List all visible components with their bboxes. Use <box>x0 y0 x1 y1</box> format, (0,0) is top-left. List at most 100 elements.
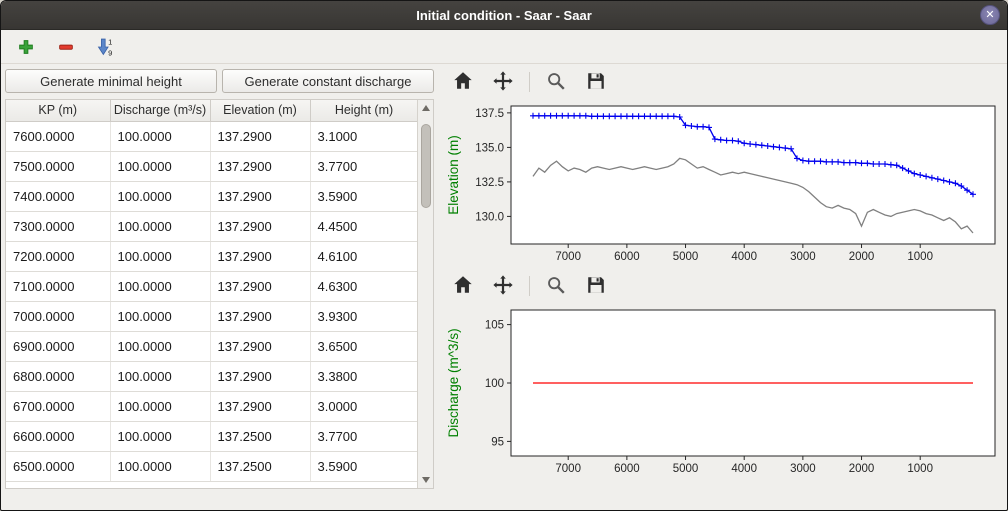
scroll-down-icon[interactable] <box>422 477 430 483</box>
table-row[interactable]: 6900.0000100.0000137.29003.6500 <box>6 331 418 361</box>
column-header[interactable]: Discharge (m³/s) <box>110 100 210 121</box>
column-header[interactable]: KP (m) <box>6 100 110 121</box>
table-cell[interactable]: 3.5900 <box>310 181 418 211</box>
table-body: 7600.0000100.0000137.29003.10007500.0000… <box>6 121 418 481</box>
table-cell[interactable]: 100.0000 <box>110 361 210 391</box>
table-cell[interactable]: 137.2900 <box>210 361 310 391</box>
table-cell[interactable]: 7300.0000 <box>6 211 110 241</box>
save-icon <box>585 70 607 95</box>
discharge-save-button[interactable] <box>582 273 610 299</box>
table-row[interactable]: 7600.0000100.0000137.29003.1000 <box>6 121 418 151</box>
table-cell[interactable]: 100.0000 <box>110 241 210 271</box>
svg-text:5000: 5000 <box>673 251 699 263</box>
table-cell[interactable]: 100.0000 <box>110 181 210 211</box>
scroll-up-icon[interactable] <box>422 105 430 111</box>
zoom-icon <box>545 70 567 95</box>
table-row[interactable]: 7100.0000100.0000137.29004.6300 <box>6 271 418 301</box>
table-cell[interactable]: 7000.0000 <box>6 301 110 331</box>
initial-condition-table: KP (m)Discharge (m³/s)Elevation (m)Heigh… <box>6 100 419 482</box>
table-cell[interactable]: 6700.0000 <box>6 391 110 421</box>
table-row[interactable]: 7000.0000100.0000137.29003.9300 <box>6 301 418 331</box>
titlebar[interactable]: Initial condition - Saar - Saar ✕ <box>1 1 1007 30</box>
scrollbar-thumb[interactable] <box>421 124 431 208</box>
table-cell[interactable]: 100.0000 <box>110 391 210 421</box>
table-cell[interactable]: 4.6100 <box>310 241 418 271</box>
table-cell[interactable]: 100.0000 <box>110 451 210 481</box>
table-cell[interactable]: 3.0000 <box>310 391 418 421</box>
discharge-pan-button[interactable] <box>489 273 517 299</box>
discharge-home-button[interactable] <box>449 273 477 299</box>
discharge-zoom-button[interactable] <box>542 273 570 299</box>
table-cell[interactable]: 137.2900 <box>210 391 310 421</box>
add-row-button[interactable] <box>13 34 39 60</box>
table-cell[interactable]: 137.2900 <box>210 271 310 301</box>
table-cell[interactable]: 137.2900 <box>210 211 310 241</box>
minus-icon <box>57 38 75 56</box>
discharge-plot-toolbar <box>443 270 1007 302</box>
table-cell[interactable]: 3.5900 <box>310 451 418 481</box>
table-cell[interactable]: 7500.0000 <box>6 151 110 181</box>
generate-minimal-height-button[interactable]: Generate minimal height <box>5 69 217 93</box>
table-cell[interactable]: 100.0000 <box>110 271 210 301</box>
table-cell[interactable]: 137.2900 <box>210 331 310 361</box>
table-cell[interactable]: 3.7700 <box>310 151 418 181</box>
table-row[interactable]: 7500.0000100.0000137.29003.7700 <box>6 151 418 181</box>
table-cell[interactable]: 7100.0000 <box>6 271 110 301</box>
column-header[interactable]: Elevation (m) <box>210 100 310 121</box>
table-cell[interactable]: 4.4500 <box>310 211 418 241</box>
content-area: Generate minimal height Generate constan… <box>1 64 1007 510</box>
close-button[interactable]: ✕ <box>980 5 1000 25</box>
table-cell[interactable]: 3.9300 <box>310 301 418 331</box>
table-cell[interactable]: 4.6300 <box>310 271 418 301</box>
svg-text:1000: 1000 <box>907 463 933 475</box>
table-row[interactable]: 6600.0000100.0000137.25003.7700 <box>6 421 418 451</box>
elevation-plot-toolbar <box>443 66 1007 98</box>
table-cell[interactable]: 100.0000 <box>110 421 210 451</box>
table-cell[interactable]: 3.6500 <box>310 331 418 361</box>
plus-icon <box>17 38 35 56</box>
sort-rows-button[interactable]: 1 9 <box>93 34 119 60</box>
table-cell[interactable]: 100.0000 <box>110 301 210 331</box>
table-cell[interactable]: 100.0000 <box>110 331 210 361</box>
table-row[interactable]: 7300.0000100.0000137.29004.4500 <box>6 211 418 241</box>
elevation-zoom-button[interactable] <box>542 69 570 95</box>
table-cell[interactable]: 6900.0000 <box>6 331 110 361</box>
table-cell[interactable]: 6600.0000 <box>6 421 110 451</box>
vertical-scrollbar[interactable] <box>417 100 433 488</box>
table-row[interactable]: 7400.0000100.0000137.29003.5900 <box>6 181 418 211</box>
table-cell[interactable]: 137.2900 <box>210 301 310 331</box>
main-toolbar: 1 9 <box>1 30 1007 64</box>
generate-constant-discharge-button[interactable]: Generate constant discharge <box>222 69 434 93</box>
table-cell[interactable]: 6500.0000 <box>6 451 110 481</box>
table-cell[interactable]: 100.0000 <box>110 121 210 151</box>
table-row[interactable]: 7200.0000100.0000137.29004.6100 <box>6 241 418 271</box>
table-cell[interactable]: 137.2500 <box>210 451 310 481</box>
table-cell[interactable]: 7600.0000 <box>6 121 110 151</box>
table-cell[interactable]: 6800.0000 <box>6 361 110 391</box>
elevation-pan-button[interactable] <box>489 69 517 95</box>
table-row[interactable]: 6500.0000100.0000137.25003.5900 <box>6 451 418 481</box>
table-cell[interactable]: 3.7700 <box>310 421 418 451</box>
elevation-home-button[interactable] <box>449 69 477 95</box>
table-cell[interactable]: 100.0000 <box>110 151 210 181</box>
table-cell[interactable]: 137.2900 <box>210 151 310 181</box>
svg-text:132.5: 132.5 <box>475 177 504 189</box>
table-row[interactable]: 6700.0000100.0000137.29003.0000 <box>6 391 418 421</box>
table-cell[interactable]: 7200.0000 <box>6 241 110 271</box>
discharge-chart[interactable]: 700060005000400030002000100095100105Disc… <box>443 302 1007 482</box>
svg-text:9: 9 <box>108 48 112 57</box>
table-cell[interactable]: 3.1000 <box>310 121 418 151</box>
table-cell[interactable]: 137.2900 <box>210 121 310 151</box>
column-header[interactable]: Height (m) <box>310 100 418 121</box>
table-cell[interactable]: 137.2900 <box>210 181 310 211</box>
table-cell[interactable]: 3.3800 <box>310 361 418 391</box>
remove-row-button[interactable] <box>53 34 79 60</box>
table-cell[interactable]: 137.2500 <box>210 421 310 451</box>
elevation-save-button[interactable] <box>582 69 610 95</box>
svg-text:95: 95 <box>491 436 504 448</box>
elevation-chart[interactable]: 7000600050004000300020001000130.0132.513… <box>443 98 1007 270</box>
table-cell[interactable]: 100.0000 <box>110 211 210 241</box>
table-row[interactable]: 6800.0000100.0000137.29003.3800 <box>6 361 418 391</box>
table-cell[interactable]: 7400.0000 <box>6 181 110 211</box>
table-cell[interactable]: 137.2900 <box>210 241 310 271</box>
